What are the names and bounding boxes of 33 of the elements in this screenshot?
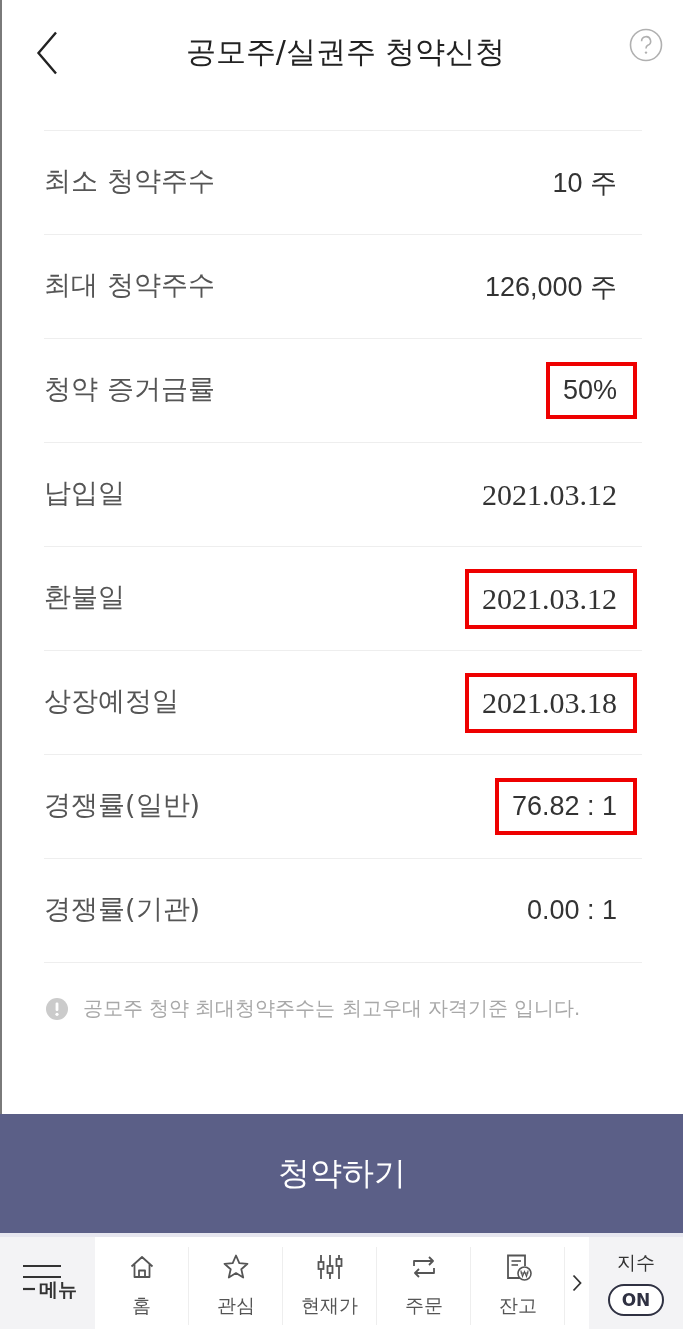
row-value: 50% — [562, 375, 617, 406]
row-value: 0.00 : 1 — [526, 895, 617, 926]
help-icon[interactable] — [629, 27, 663, 62]
star-icon — [221, 1253, 250, 1281]
row-label: 경쟁률(일반) — [44, 787, 201, 822]
index-label: 지수 — [617, 1250, 655, 1275]
nav-item[interactable]: 현재가 — [283, 1247, 377, 1325]
candlestick-icon — [315, 1253, 344, 1281]
page-title: 공모주/실권주 청약신청 — [185, 33, 506, 71]
chevron-right-icon — [572, 1274, 582, 1292]
row-label: 최소 청약주수 — [44, 163, 215, 198]
row-value: 2021.03.18 — [482, 685, 617, 720]
exclamation-icon — [46, 997, 68, 1020]
row-value: 126,000 주 — [484, 270, 617, 304]
row-label: 상장예정일 — [44, 683, 179, 718]
nav-item[interactable]: 홈 — [95, 1247, 189, 1325]
row-label: 최대 청약주수 — [44, 267, 215, 302]
chevron-left-icon — [36, 30, 58, 75]
row-value: 2021.03.12 — [482, 477, 617, 512]
nav-item[interactable]: 잔고 — [471, 1247, 565, 1325]
row-value: 2021.03.12 — [482, 581, 617, 616]
index-toggle[interactable]: ON — [608, 1284, 664, 1316]
nav-item[interactable]: 주문 — [377, 1247, 471, 1325]
row-label: 경쟁률(기관) — [44, 891, 201, 926]
submit-button[interactable]: 청약하기 — [0, 1114, 683, 1233]
row-value: 76.82 : 1 — [511, 791, 617, 822]
row-label: 납입일 — [44, 475, 125, 510]
row-label: 청약 증거금률 — [44, 371, 215, 406]
notice-text: 공모주 청약 최대청약주수는 최고우대 자격기준 입니다. — [83, 996, 581, 1022]
row-label: 환불일 — [44, 579, 125, 614]
row-value: 10 주 — [552, 166, 617, 200]
menu-button[interactable]: 메뉴 — [0, 1237, 95, 1329]
nav-item[interactable]: 관심 — [189, 1247, 283, 1325]
